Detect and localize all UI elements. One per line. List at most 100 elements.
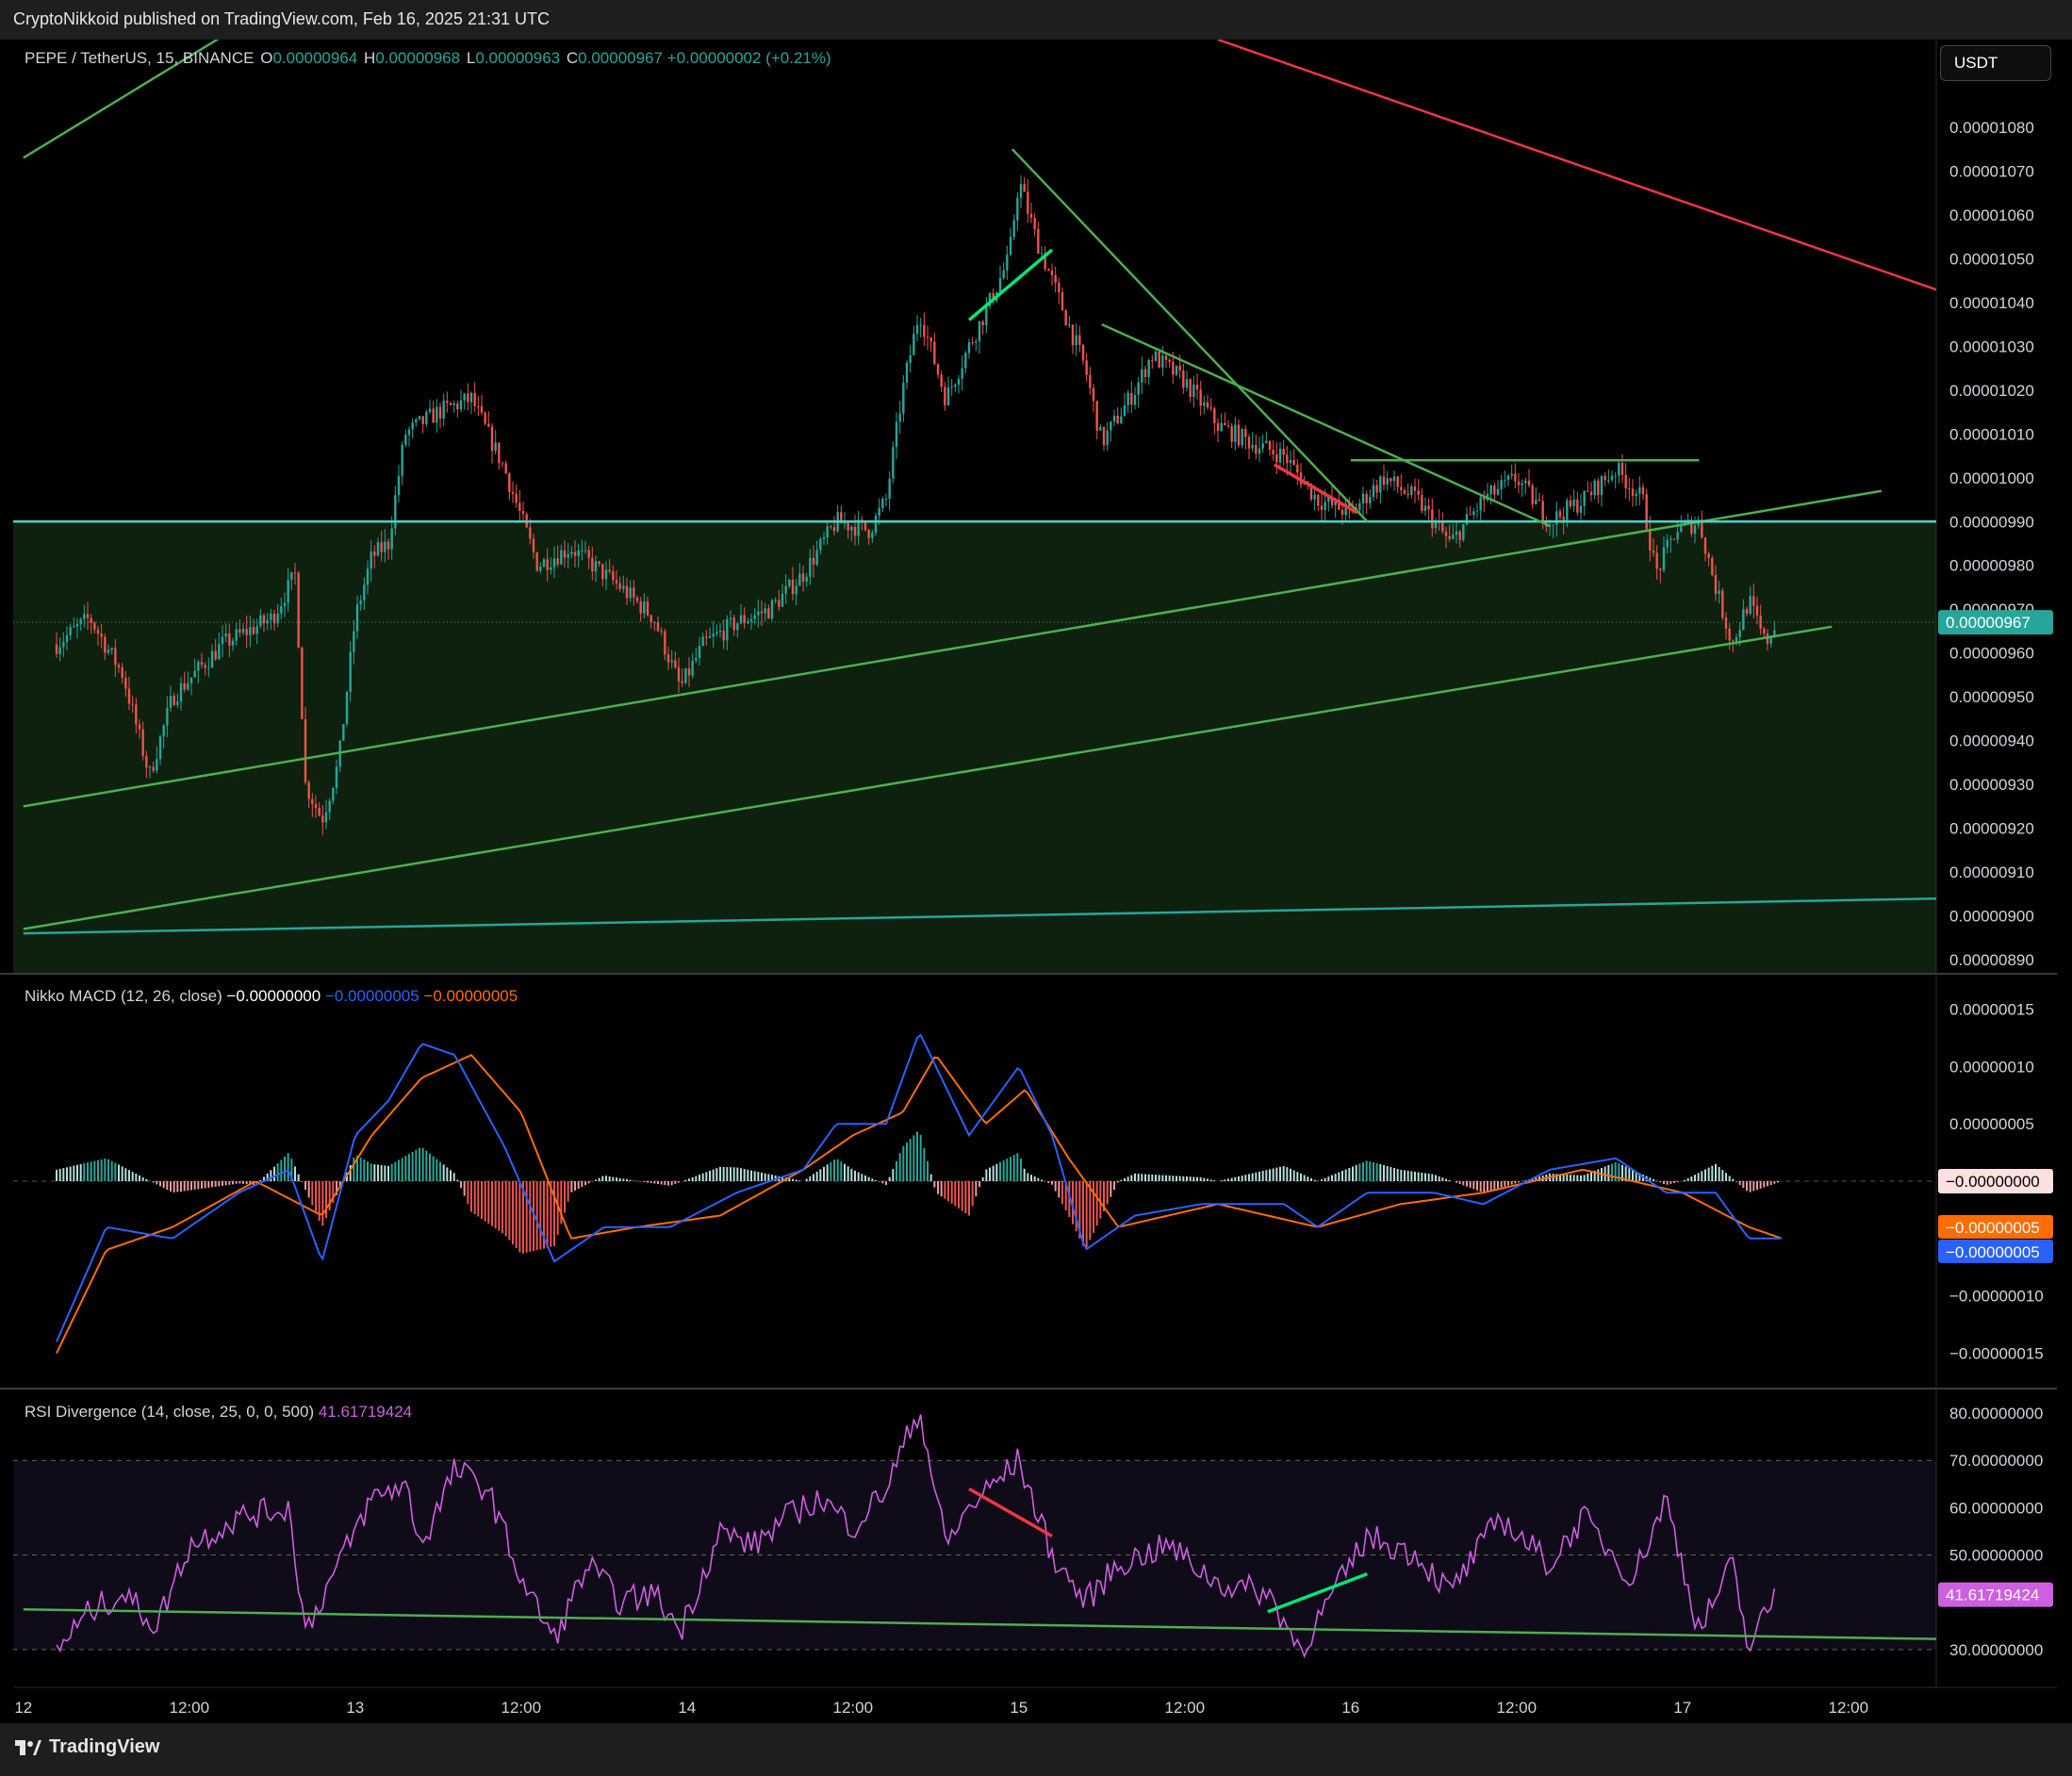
candle-body <box>353 631 355 652</box>
candle-body <box>127 688 131 704</box>
candle-body <box>1406 493 1409 496</box>
candle-body <box>1569 500 1572 507</box>
candle-body <box>681 681 683 683</box>
candle-body <box>1403 490 1406 494</box>
candle-body <box>1292 459 1295 465</box>
candle-body <box>287 580 289 603</box>
candle-body <box>166 708 169 726</box>
candle-body <box>1493 485 1496 495</box>
macd-line-value: −0.00000005 <box>324 987 419 1005</box>
candle-body <box>1178 366 1181 370</box>
candle-body <box>1143 369 1147 377</box>
candle-body <box>618 583 621 589</box>
candle-body <box>342 724 345 741</box>
candle-body <box>1061 292 1064 311</box>
candle-body <box>985 305 988 326</box>
candle-body <box>1203 402 1206 406</box>
candle-body <box>1745 609 1749 614</box>
candle-body <box>594 561 598 572</box>
candle-body <box>207 667 210 669</box>
candle-body <box>1676 532 1679 540</box>
candle-body <box>591 557 594 572</box>
macd-legend[interactable]: Nikko MACD (12, 26, close) −0.00000000 −… <box>25 987 518 1006</box>
candle-body <box>1386 478 1389 485</box>
candle-body <box>587 550 590 558</box>
candle-body <box>670 660 673 663</box>
candle-body <box>1265 440 1268 444</box>
candle-body <box>781 593 784 607</box>
candle-body <box>1147 360 1150 377</box>
candle-body <box>1641 486 1645 495</box>
candle-body <box>386 541 390 550</box>
candle-body <box>1618 462 1620 476</box>
candle-body <box>107 650 110 653</box>
candle-body <box>767 608 770 619</box>
candle-body <box>929 337 932 342</box>
candle-body <box>93 622 96 630</box>
candle-body <box>1009 237 1012 255</box>
candle-body <box>964 353 967 369</box>
candle-body <box>238 629 241 633</box>
candle-body <box>622 585 625 589</box>
candle-body <box>539 567 542 571</box>
candle-body <box>259 615 262 627</box>
top-bar: CryptoNikkoid published on TradingView.c… <box>0 0 2072 40</box>
candle-body <box>635 597 639 601</box>
candle-body <box>1099 426 1102 431</box>
chart-canvas[interactable]: 0.00000890 0.00000900 0.00000910 0.00000920… <box>0 0 2072 1776</box>
candle-body <box>695 657 698 661</box>
candle-body <box>784 585 787 594</box>
macd-hist-value: −0.00000000 <box>226 987 321 1005</box>
price-axis-tick: 0.00001010 <box>1949 425 2034 443</box>
price-axis-tick: 0.00000950 <box>1949 688 2034 706</box>
rsi-indicator-name[interactable]: RSI Divergence (14, close, 25, 0, 0, 500… <box>25 1403 314 1421</box>
candle-body <box>1452 534 1455 539</box>
candle-body <box>1659 568 1662 570</box>
candle-body <box>1372 485 1375 498</box>
candle-body <box>1130 392 1133 405</box>
candle-body <box>1199 389 1202 406</box>
candle-body <box>650 615 652 623</box>
candle-body <box>1075 335 1077 346</box>
candle-body <box>1340 509 1344 516</box>
rsi-legend[interactable]: RSI Divergence (14, close, 25, 0, 0, 500… <box>25 1403 412 1422</box>
candle-body <box>629 587 632 599</box>
candle-body <box>1081 344 1085 361</box>
price-legend[interactable]: PEPE / TetherUS, 15, BINANCE O0.00000964… <box>25 49 831 68</box>
candle-body <box>1538 499 1541 502</box>
candle-body <box>1078 335 1081 345</box>
currency-button[interactable]: USDT <box>1940 45 2051 81</box>
candle-body <box>1278 449 1282 463</box>
candle-body <box>881 499 884 509</box>
tradingview-logo[interactable]: TradingView <box>15 1736 159 1758</box>
candle-body <box>255 626 258 634</box>
macd-indicator-name[interactable]: Nikko MACD (12, 26, close) <box>25 987 222 1005</box>
candle-body <box>1506 475 1510 480</box>
candle-body <box>110 648 113 650</box>
candle-body <box>1358 503 1361 510</box>
candle-body <box>73 626 75 628</box>
time-axis-tick: 17 <box>1673 1699 1691 1717</box>
candle-body <box>135 704 138 725</box>
candle-body <box>480 405 484 413</box>
candle-body <box>871 533 874 538</box>
candle-body <box>1510 473 1513 476</box>
macd-hist-badge-label: −0.00000000 <box>1946 1173 2040 1191</box>
symbol-label[interactable]: PEPE / TetherUS, 15, BINANCE <box>25 49 254 67</box>
candle-body <box>978 321 981 342</box>
candle-body <box>957 378 961 386</box>
candle-body <box>1738 630 1741 637</box>
candle-body <box>1237 424 1241 446</box>
candle-body <box>570 551 573 554</box>
candle-body <box>1226 425 1230 427</box>
candle-body <box>1552 524 1554 526</box>
candle-body <box>307 781 310 799</box>
candle-body <box>950 386 953 388</box>
candle-body <box>1241 429 1243 446</box>
candle-body <box>390 528 393 550</box>
candle-body <box>1583 490 1586 506</box>
candle-body <box>1064 310 1067 326</box>
candle-body <box>1566 500 1569 522</box>
candle-body <box>1047 269 1050 271</box>
macd-axis-tick: −0.00000010 <box>1949 1288 2044 1306</box>
